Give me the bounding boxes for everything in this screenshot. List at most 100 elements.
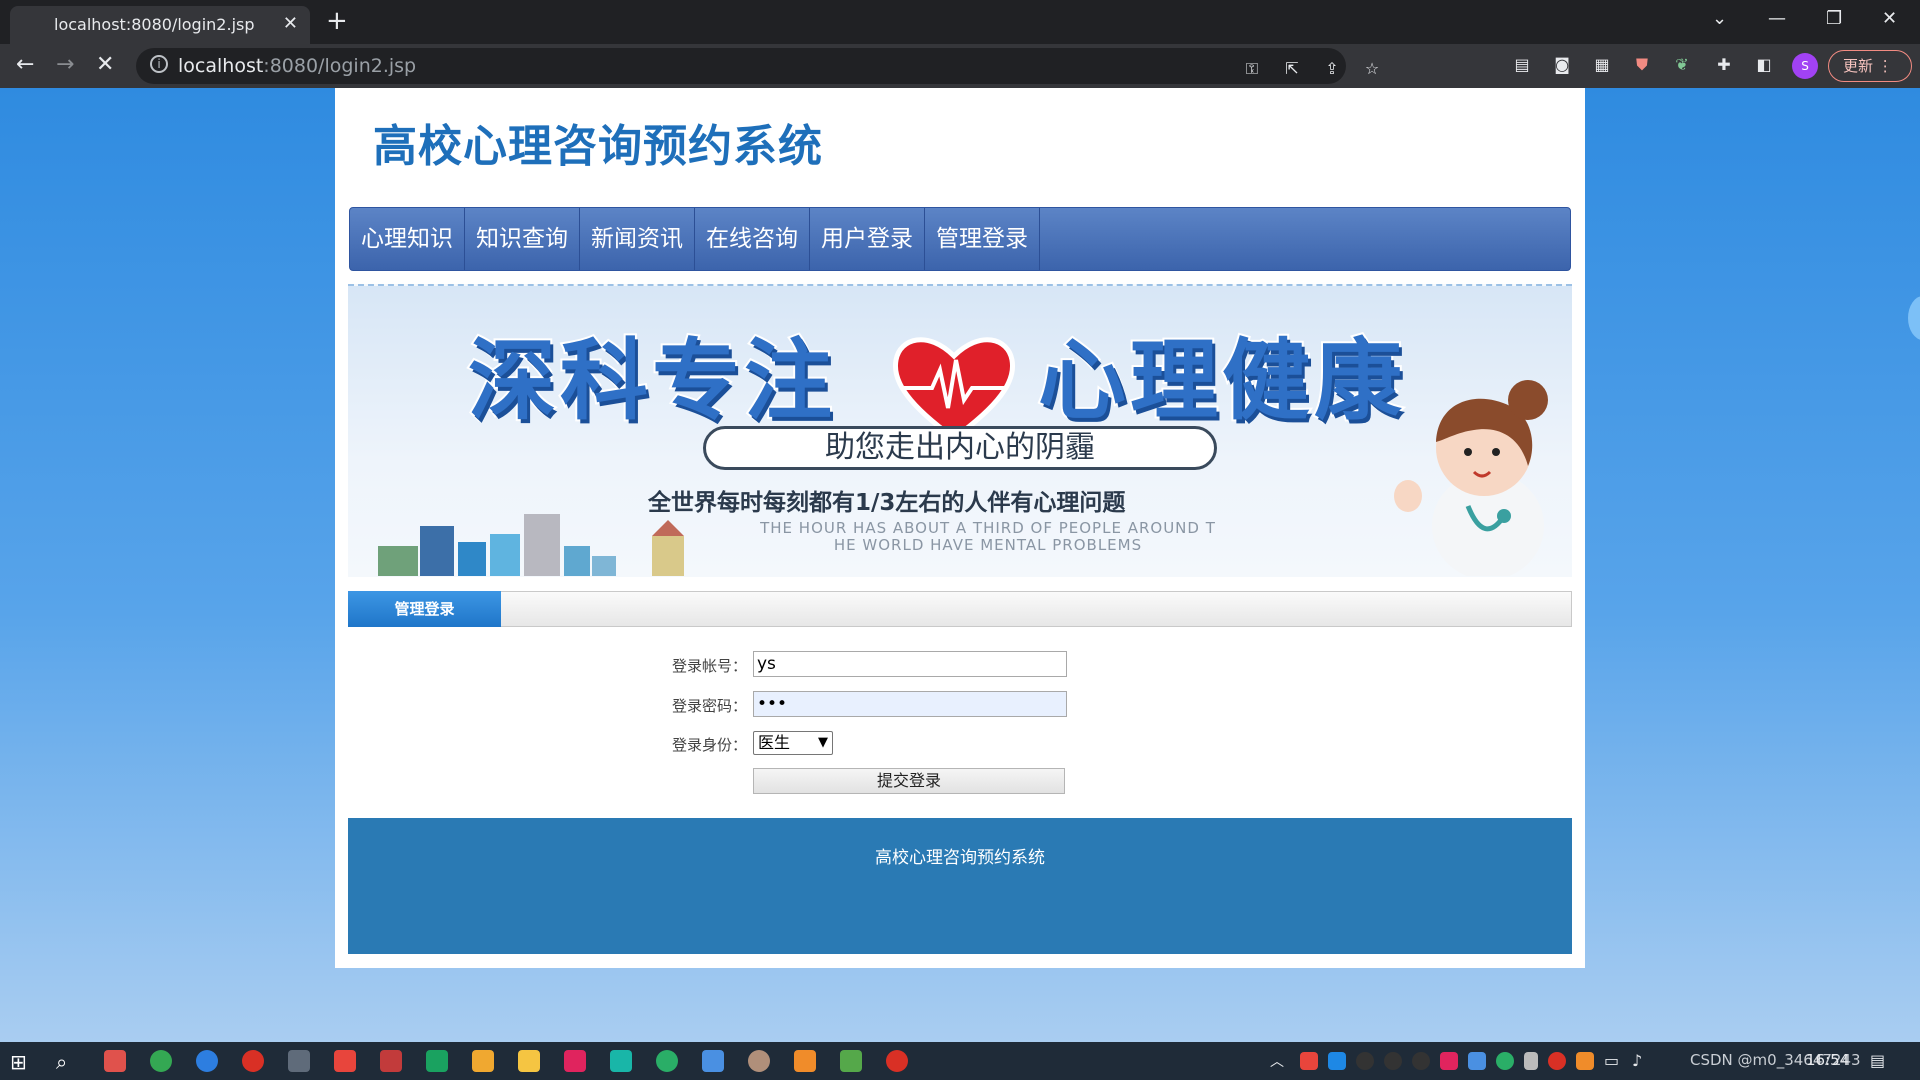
role-label: 登录身份：: [672, 736, 748, 754]
key-icon[interactable]: ⚿: [1242, 59, 1262, 79]
app-icon-6[interactable]: [702, 1050, 724, 1072]
image-extension-icon[interactable]: ▦: [1592, 55, 1612, 75]
banner-title-left: 深科专注: [466, 327, 837, 434]
network-icon[interactable]: ▭: [1604, 1051, 1619, 1070]
app-icon-8[interactable]: [794, 1050, 816, 1072]
windows-start-icon[interactable]: ⊞: [10, 1050, 32, 1074]
account-input[interactable]: [753, 651, 1067, 677]
stop-loading-icon[interactable]: ✕: [96, 52, 114, 77]
star-icon[interactable]: ☆: [1362, 59, 1382, 79]
edge-icon[interactable]: [196, 1050, 218, 1072]
tray-icon-4[interactable]: [1468, 1052, 1486, 1070]
record-icon[interactable]: [242, 1050, 264, 1072]
wechat-tray-icon[interactable]: [1496, 1052, 1514, 1070]
menu-item-knowledge-search[interactable]: 知识查询: [465, 208, 580, 270]
file-explorer-icon[interactable]: [518, 1050, 540, 1072]
window-close-icon[interactable]: ✕: [1882, 8, 1897, 29]
submit-login-button[interactable]: 提交登录: [753, 768, 1065, 794]
intellij-icon[interactable]: [104, 1050, 126, 1072]
update-button[interactable]: 更新 ⋮: [1828, 50, 1912, 82]
menu-item-user-login[interactable]: 用户登录: [810, 208, 925, 270]
address-bar[interactable]: i localhost:8080/login2.jsp ⚿ ⇱ ⇪ ☆: [136, 48, 1379, 84]
page-footer: 高校心理咨询预约系统: [348, 818, 1572, 954]
volume-icon[interactable]: ♪: [1632, 1051, 1642, 1070]
url-text[interactable]: localhost:8080/login2.jsp: [178, 55, 416, 77]
app-icon-1[interactable]: [288, 1050, 310, 1072]
minimize-icon[interactable]: —: [1768, 8, 1786, 29]
search-icon[interactable]: ⌕: [56, 1050, 78, 1074]
app-icon-4[interactable]: [564, 1050, 586, 1072]
wechat-icon[interactable]: [656, 1050, 678, 1072]
back-icon[interactable]: ←: [16, 52, 34, 77]
chrome-icon[interactable]: [150, 1050, 172, 1072]
sync-icon[interactable]: [426, 1050, 448, 1072]
banner-line2: THE HOUR HAS ABOUT A THIRD OF PEOPLE ARO…: [728, 520, 1248, 554]
tray-icon-1[interactable]: [1300, 1052, 1318, 1070]
banner-line2a: THE HOUR HAS ABOUT A THIRD OF PEOPLE ARO…: [760, 519, 1216, 537]
role-select[interactable]: 医生 ▼: [753, 731, 833, 755]
chevron-down-icon: ▼: [818, 735, 828, 750]
share-icon[interactable]: ⇪: [1322, 59, 1342, 79]
app-icon-7[interactable]: [748, 1050, 770, 1072]
side-panel-icon[interactable]: ◧: [1754, 55, 1774, 75]
banner-image: 深科专注 心理健康 助您走出内心的阴霾 全世界每时每刻都有1/3左右的人伴有心理…: [348, 284, 1572, 577]
restore-icon[interactable]: ❐: [1826, 8, 1842, 29]
qq-icon-2[interactable]: [1384, 1052, 1402, 1070]
puzzle-icon[interactable]: ✚: [1714, 55, 1734, 75]
role-selected-value: 医生: [758, 733, 791, 752]
tray-chevron-icon[interactable]: ︿: [1270, 1051, 1284, 1071]
section-tab-admin-login[interactable]: 管理登录: [348, 591, 501, 627]
url-path: :8080/login2.jsp: [263, 55, 417, 77]
banner-subtitle: 助您走出内心的阴霾: [703, 426, 1217, 470]
side-float-button[interactable]: [1908, 296, 1920, 340]
account-label: 登录帐号：: [672, 657, 748, 675]
page-viewport: 高校心理咨询预约系统 心理知识 知识查询 新闻资讯 在线咨询 用户登录 管理登录…: [0, 88, 1920, 1042]
page-container: 高校心理咨询预约系统 心理知识 知识查询 新闻资讯 在线咨询 用户登录 管理登录…: [335, 88, 1585, 968]
clock[interactable]: 16:54: [1806, 1051, 1849, 1069]
update-label: 更新: [1843, 57, 1874, 75]
chevron-down-icon[interactable]: ⌄: [1712, 8, 1727, 29]
info-icon[interactable]: i: [150, 55, 168, 73]
url-host: localhost: [178, 55, 264, 77]
browser-tab[interactable]: localhost:8080/login2.jsp ✕: [10, 6, 310, 44]
site-title: 高校心理咨询预约系统: [373, 121, 823, 172]
tray-icon-5[interactable]: [1576, 1052, 1594, 1070]
banner-line1: 全世界每时每刻都有1/3左右的人伴有心理问题: [648, 490, 1126, 516]
tray-record-icon[interactable]: [1548, 1052, 1566, 1070]
tray-icon-3[interactable]: [1440, 1052, 1458, 1070]
menu-item-psych-knowledge[interactable]: 心理知识: [350, 208, 465, 270]
banner-title-right: 心理健康: [1036, 327, 1407, 434]
os-taskbar: ⊞ ⌕ ︿ ▭ ♪ CSDN @m0_34647243 16:54 ▤: [0, 1042, 1920, 1080]
shield-icon[interactable]: ⛊: [1632, 55, 1652, 75]
main-menu: 心理知识 知识查询 新闻资讯 在线咨询 用户登录 管理登录: [349, 207, 1571, 271]
password-input[interactable]: •••: [753, 691, 1067, 717]
banner-line2b: HE WORLD HAVE MENTAL PROBLEMS: [833, 536, 1143, 554]
camera-icon[interactable]: ◙: [1552, 55, 1572, 75]
close-icon[interactable]: ✕: [283, 13, 298, 34]
menu-item-news[interactable]: 新闻资讯: [580, 208, 695, 270]
browser-tabstrip: localhost:8080/login2.jsp ✕ + ⌄ — ❐ ✕: [0, 0, 1920, 44]
open-external-icon[interactable]: ⇱: [1282, 59, 1302, 79]
notification-icon[interactable]: ▤: [1870, 1051, 1885, 1070]
extension-translate-icon[interactable]: ▤: [1512, 55, 1532, 75]
qq-icon[interactable]: [1356, 1052, 1374, 1070]
profile-avatar[interactable]: S: [1792, 53, 1818, 79]
app-icon-2[interactable]: [334, 1050, 356, 1072]
leaf-extension-icon[interactable]: ❦: [1672, 55, 1692, 75]
new-tab-icon[interactable]: +: [326, 6, 348, 36]
tray-icon-2[interactable]: [1328, 1052, 1346, 1070]
forward-icon[interactable]: →: [56, 52, 74, 77]
menu-item-admin-login[interactable]: 管理登录: [925, 208, 1040, 270]
folder-icon[interactable]: [472, 1050, 494, 1072]
app-icon-5[interactable]: [610, 1050, 632, 1072]
menu-item-online-consult[interactable]: 在线咨询: [695, 208, 810, 270]
microphone-icon[interactable]: [1524, 1052, 1538, 1070]
password-label: 登录密码：: [672, 697, 748, 715]
app-icon-9[interactable]: [840, 1050, 862, 1072]
tab-title: localhost:8080/login2.jsp: [54, 15, 255, 34]
app-icon-3[interactable]: [380, 1050, 402, 1072]
city-skyline-icon: [378, 514, 684, 576]
qq-icon-3[interactable]: [1412, 1052, 1430, 1070]
record-icon-2[interactable]: [886, 1050, 908, 1072]
browser-toolbar: ← → ✕ i localhost:8080/login2.jsp ⚿ ⇱ ⇪ …: [0, 44, 1920, 88]
